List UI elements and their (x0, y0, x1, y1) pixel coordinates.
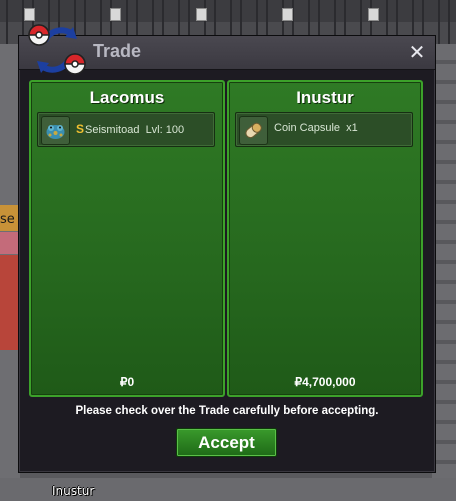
item-label: SSeismitoad Lvl: 100 (76, 122, 184, 136)
building-window (196, 8, 207, 21)
partial-text: se (0, 212, 15, 227)
accept-button[interactable]: Accept (176, 428, 277, 457)
money-offer: ₽4,700,000 (294, 375, 356, 389)
building-window (368, 8, 379, 21)
player-name-label: Inustur (52, 484, 95, 498)
building-window (282, 8, 293, 21)
player-name: Lacomus (89, 88, 165, 107)
item-name: Coin Capsule (274, 122, 341, 134)
window-title: Trade (93, 41, 142, 61)
trade-item-slot[interactable]: Coin Capsule x1 (235, 112, 413, 147)
trade-logo-icon (28, 24, 86, 75)
coin-capsule-icon (239, 116, 268, 145)
building-window (110, 8, 121, 21)
player-name: Inustur (296, 88, 354, 107)
pink-npc (0, 232, 20, 254)
item-quantity: x1 (346, 122, 358, 134)
shiny-marker: S (76, 122, 85, 136)
trade-notice: Please check over the Trade carefully be… (75, 405, 379, 417)
trade-window: Trade ✕ Lacomus SSeismitoad Lvl: 100 ₽0 … (18, 24, 436, 473)
pokemon-level: Lvl: 100 (145, 124, 185, 136)
seismitoad-icon (41, 116, 70, 145)
offer-panel-left: Lacomus SSeismitoad Lvl: 100 ₽0 (29, 80, 225, 397)
red-carpet (0, 255, 20, 350)
pokemon-name: Seismitoad (85, 124, 140, 136)
money-offer: ₽0 (119, 375, 135, 389)
close-button[interactable]: ✕ (407, 42, 427, 62)
item-label: Coin Capsule x1 (274, 122, 358, 134)
offer-panel-right: Inustur Coin Capsule x1 ₽4,700,000 (227, 80, 423, 397)
trade-item-slot[interactable]: SSeismitoad Lvl: 100 (37, 112, 215, 147)
